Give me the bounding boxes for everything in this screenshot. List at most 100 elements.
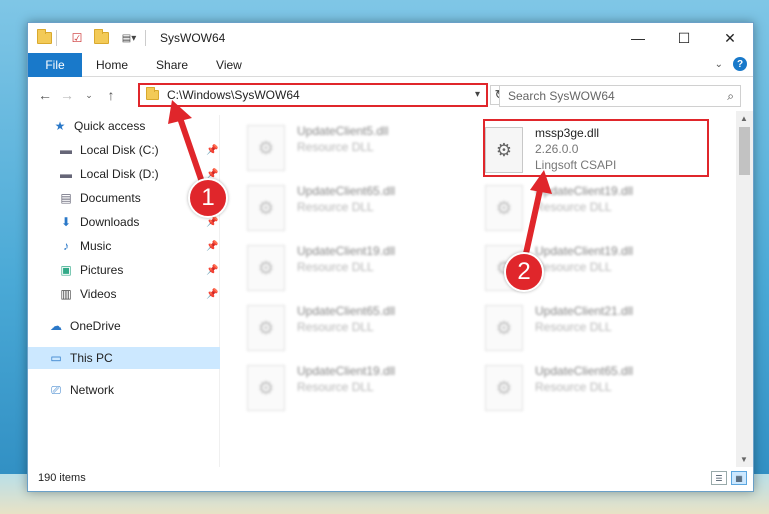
vertical-scrollbar[interactable]: ▲ ▼	[736, 111, 753, 467]
file-item[interactable]: ⚙ UpdateClient21.dll Resource DLL	[485, 299, 717, 355]
file-item[interactable]: ⚙ UpdateClient65.dll Resource DLL	[247, 299, 479, 355]
documents-icon: ▤	[60, 191, 72, 205]
sidebar-item-local-disk-c[interactable]: ▬ Local Disk (C:) 📌	[28, 139, 220, 161]
pin-icon: 📌	[206, 288, 219, 300]
scroll-up-icon[interactable]: ▲	[740, 114, 748, 123]
sidebar-item-this-pc[interactable]: ▭ This PC	[28, 347, 220, 369]
file-type: Resource DLL	[535, 380, 612, 394]
pictures-icon: ▣	[60, 263, 72, 277]
file-item[interactable]: ⚙ UpdateClient19.dll Resource DLL	[485, 179, 717, 235]
close-button[interactable]: ✕	[707, 23, 753, 53]
file-type: Resource DLL	[297, 320, 374, 334]
help-icon[interactable]: ?	[733, 57, 747, 71]
new-folder-icon[interactable]	[93, 29, 109, 45]
file-type: Resource DLL	[297, 140, 374, 154]
file-type: Resource DLL	[535, 200, 612, 214]
sidebar-item-network[interactable]: ⎚ Network	[28, 379, 220, 401]
sidebar-item-quick-access[interactable]: ★ Quick access	[28, 115, 220, 137]
drive-icon: ▬	[60, 167, 72, 181]
annotation-badge-2: 2	[504, 252, 544, 292]
network-icon: ⎚	[51, 382, 61, 397]
file-type: Resource DLL	[535, 260, 612, 274]
downloads-icon: ⬇	[60, 215, 72, 229]
file-type: Resource DLL	[535, 320, 612, 334]
minimize-button[interactable]: —	[615, 23, 661, 53]
recent-locations-button[interactable]: ⌄	[78, 84, 100, 106]
expand-ribbon-icon[interactable]: ⌄	[715, 59, 723, 70]
file-item[interactable]: ⚙ UpdateClient65.dll Resource DLL	[485, 359, 717, 415]
sidebar-item-label: Downloads	[80, 215, 140, 229]
sidebar-item-label: Local Disk (C:)	[80, 143, 159, 157]
file-item[interactable]: ⚙ UpdateClient19.dll Resource DLL	[247, 359, 479, 415]
tiles-view-icon[interactable]: ▦	[731, 471, 747, 485]
sidebar-item-pictures[interactable]: ▣ Pictures 📌	[28, 259, 220, 281]
pc-icon: ▭	[50, 351, 62, 365]
tab-view[interactable]: View	[202, 53, 256, 77]
properties-icon[interactable]: ☑	[69, 31, 85, 45]
file-name: UpdateClient19.dll	[297, 364, 396, 378]
pin-icon: 📌	[206, 144, 219, 156]
explorer-window: ☑ ▤▾ SysWOW64 — ☐ ✕ File Home Share View…	[27, 22, 754, 492]
up-button[interactable]: ↑	[100, 84, 122, 106]
file-name: UpdateClient65.dll	[297, 184, 396, 198]
sidebar-item-videos[interactable]: ▥ Videos 📌	[28, 283, 220, 305]
address-bar[interactable]: C:\Windows\SysWOW64 ▾	[138, 83, 488, 107]
window-title: SysWOW64	[160, 31, 226, 45]
dll-file-icon: ⚙	[485, 185, 523, 231]
star-icon: ★	[54, 119, 66, 133]
maximize-button[interactable]: ☐	[661, 23, 707, 53]
pin-icon: 📌	[206, 264, 219, 276]
file-type: Resource DLL	[297, 200, 374, 214]
dll-file-icon: ⚙	[247, 305, 285, 351]
file-name: UpdateClient65.dll	[535, 364, 634, 378]
dll-file-icon: ⚙	[247, 365, 285, 411]
file-name: UpdateClient19.dll	[535, 244, 634, 258]
scroll-down-icon[interactable]: ▼	[740, 455, 748, 464]
sidebar-item-label: Quick access	[74, 119, 146, 133]
file-name: UpdateClient5.dll	[297, 124, 389, 138]
scroll-thumb[interactable]	[739, 127, 750, 175]
details-view-icon[interactable]: ☰	[711, 471, 727, 485]
title-bar: ☑ ▤▾ SysWOW64 — ☐ ✕	[28, 23, 753, 53]
dll-file-icon: ⚙	[485, 305, 523, 351]
dll-file-icon: ⚙	[247, 185, 285, 231]
sidebar-item-downloads[interactable]: ⬇ Downloads 📌	[28, 211, 220, 233]
file-item[interactable]: ⚙ UpdateClient19.dll Resource DLL	[247, 239, 479, 295]
sidebar-item-label: Network	[70, 383, 115, 397]
onedrive-icon: ☁	[50, 319, 62, 333]
sidebar-item-label: Pictures	[80, 263, 124, 277]
search-placeholder: Search SysWOW64	[508, 89, 615, 103]
sidebar-item-music[interactable]: ♪ Music 📌	[28, 235, 220, 257]
divider	[56, 30, 57, 46]
ribbon-tabs: File Home Share View ⌄ ?	[28, 52, 753, 77]
file-item[interactable]: ⚙ UpdateClient5.dll Resource DLL	[247, 119, 479, 175]
music-icon: ♪	[63, 239, 69, 253]
forward-button[interactable]: →	[56, 84, 78, 106]
back-button[interactable]: ←	[34, 84, 56, 106]
sidebar-item-label: Local Disk (D:)	[80, 167, 159, 181]
search-input[interactable]: Search SysWOW64 ⌕	[499, 85, 741, 107]
videos-icon: ▥	[60, 287, 72, 301]
navigation-pane: ★ Quick access ▬ Local Disk (C:) 📌 ▬ Loc…	[28, 115, 220, 467]
file-type: Resource DLL	[297, 260, 374, 274]
tab-home[interactable]: Home	[82, 53, 142, 77]
status-bar: 190 items ☰ ▦	[28, 465, 753, 491]
chevron-down-icon[interactable]: ▾	[475, 89, 480, 100]
sidebar-item-onedrive[interactable]: ☁ OneDrive	[28, 315, 220, 337]
sidebar-item-label: Documents	[80, 191, 141, 205]
file-name: UpdateClient65.dll	[297, 304, 396, 318]
sidebar-item-label: This PC	[70, 351, 113, 365]
file-item[interactable]: ⚙ UpdateClient65.dll Resource DLL	[247, 179, 479, 235]
drive-icon: ▬	[60, 143, 72, 157]
file-highlight-box	[483, 119, 709, 177]
customize-quick-access-icon[interactable]: ▤▾	[117, 31, 141, 45]
sidebar-item-local-disk-d[interactable]: ▬ Local Disk (D:) 📌	[28, 163, 220, 185]
tab-share[interactable]: Share	[142, 53, 202, 77]
annotation-badge-1: 1	[188, 178, 228, 218]
dll-file-icon: ⚙	[247, 245, 285, 291]
item-count: 190 items	[38, 472, 86, 484]
address-path: C:\Windows\SysWOW64	[167, 88, 300, 102]
folder-icon	[36, 29, 52, 45]
divider	[145, 30, 146, 46]
tab-file[interactable]: File	[28, 52, 82, 77]
